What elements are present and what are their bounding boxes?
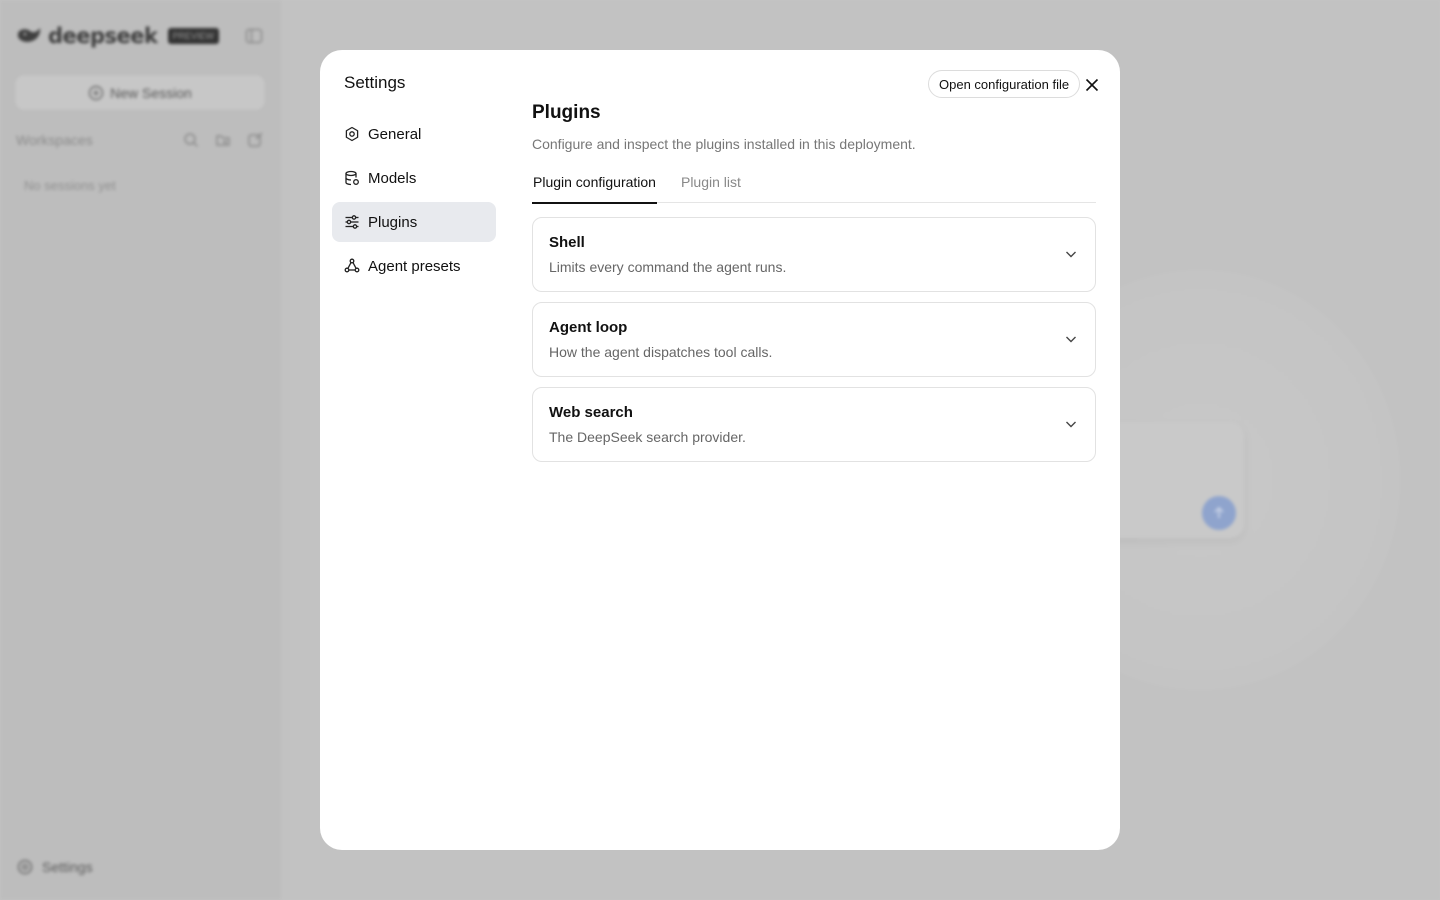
chevron-down-icon[interactable] (1063, 416, 1079, 432)
settings-modal: Settings General Models Plugins Agent pr… (320, 50, 1120, 850)
folder-add-icon[interactable] (214, 131, 232, 149)
plugin-name: Web search (549, 404, 633, 421)
gear-icon (17, 859, 33, 875)
sidebar-settings-button[interactable]: Settings (16, 858, 93, 876)
close-modal-button[interactable] (1081, 74, 1103, 96)
modal-title: Settings (344, 73, 406, 92)
plugins-page: Plugins Configure and inspect the plugin… (532, 102, 1096, 472)
plugin-description: How the agent dispatches tool calls. (549, 344, 773, 360)
whale-logo-icon (18, 28, 41, 42)
nav-item-label: Models (368, 169, 417, 187)
nav-item-models[interactable]: Models (332, 158, 496, 198)
plugin-card-web-search[interactable]: Web search The DeepSeek search provider. (532, 387, 1096, 462)
plus-circle-icon (88, 85, 104, 100)
plugin-name: Shell (549, 234, 585, 251)
nav-item-general[interactable]: General (332, 114, 496, 154)
nav-item-agent-presets[interactable]: Agent presets (332, 246, 496, 286)
nodes-icon (344, 258, 360, 273)
new-chat-icon[interactable] (246, 131, 264, 149)
page-title: Plugins (532, 102, 601, 123)
workspaces-label: Workspaces (16, 132, 93, 148)
brand: deepseek PREVIEW (16, 24, 220, 48)
database-icon (345, 170, 359, 186)
nav-item-label: Plugins (368, 213, 418, 231)
nav-item-label: General (368, 125, 422, 143)
sliders-icon (345, 215, 359, 229)
plugin-list: Shell Limits every command the agent run… (532, 217, 1096, 462)
plugin-description: The DeepSeek search provider. (549, 429, 746, 445)
plugin-card-agent-loop[interactable]: Agent loop How the agent dispatches tool… (532, 302, 1096, 377)
sidebar: deepseek PREVIEW New Session Workspaces (0, 0, 281, 900)
close-icon (1085, 78, 1099, 92)
plugin-tabs: Plugin configuration Plugin list (532, 168, 1096, 204)
open-configuration-file-button[interactable]: Open configuration file (928, 70, 1081, 98)
workspaces-header: Workspaces (16, 130, 264, 150)
chevron-down-icon[interactable] (1063, 246, 1079, 262)
sidebar-toggle-icon[interactable] (244, 26, 264, 46)
send-button (1202, 496, 1236, 530)
new-session-label: New Session (110, 84, 192, 101)
arrow-up-icon (1214, 506, 1224, 518)
page-description: Configure and inspect the plugins instal… (532, 136, 916, 152)
brand-name: deepseek (48, 24, 158, 48)
brand-badge: PREVIEW (167, 28, 220, 44)
plugin-card-shell[interactable]: Shell Limits every command the agent run… (532, 217, 1096, 292)
tab-plugin-list[interactable]: Plugin list (681, 168, 741, 203)
new-session-button[interactable]: New Session (14, 74, 266, 111)
settings-nav: General Models Plugins Agent presets (332, 114, 496, 290)
no-sessions-text: No sessions yet (24, 178, 116, 193)
nav-item-plugins[interactable]: Plugins (332, 202, 496, 242)
plugin-description: Limits every command the agent runs. (549, 259, 787, 275)
sidebar-settings-label: Settings (42, 859, 93, 875)
plugin-name: Agent loop (549, 319, 628, 336)
search-icon[interactable] (182, 131, 200, 149)
gear-icon (345, 126, 359, 142)
nav-item-label: Agent presets (368, 257, 461, 275)
tab-plugin-configuration[interactable]: Plugin configuration (532, 168, 657, 204)
chevron-down-icon[interactable] (1063, 331, 1079, 347)
